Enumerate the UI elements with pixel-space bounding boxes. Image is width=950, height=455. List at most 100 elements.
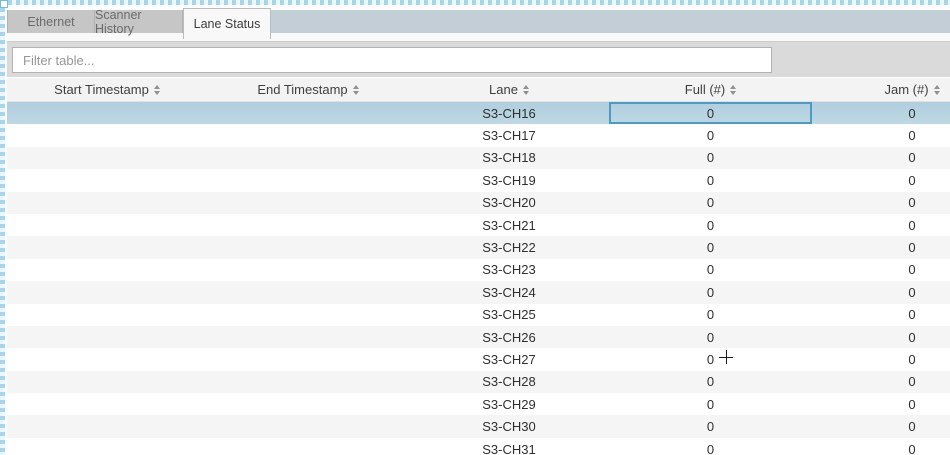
cell-jam[interactable]: 0 (812, 393, 950, 415)
cell-lane[interactable]: S3-CH26 (409, 326, 609, 348)
cell-jam[interactable]: 0 (812, 169, 950, 191)
table-row[interactable]: S3-CH1700 (7, 124, 950, 146)
tab-ethernet[interactable]: Ethernet (7, 10, 95, 33)
cell-end[interactable] (207, 438, 409, 455)
cell-lane[interactable]: S3-CH19 (409, 169, 609, 191)
cell-lane[interactable]: S3-CH22 (409, 236, 609, 258)
cell-jam[interactable]: 0 (812, 192, 950, 214)
selection-handle[interactable] (0, 0, 8, 8)
cell-end[interactable] (207, 192, 409, 214)
column-header-full[interactable]: Full (#) (609, 78, 812, 101)
cell-end[interactable] (207, 214, 409, 236)
cell-start[interactable] (7, 281, 207, 303)
cell-jam[interactable]: 0 (812, 348, 950, 370)
cell-start[interactable] (7, 259, 207, 281)
column-header-end-timestamp[interactable]: End Timestamp (207, 78, 409, 101)
cell-end[interactable] (207, 393, 409, 415)
cell-start[interactable] (7, 348, 207, 370)
cell-start[interactable] (7, 438, 207, 455)
cell-full[interactable]: 0 (609, 259, 812, 281)
cell-full[interactable]: 0 (609, 304, 812, 326)
cell-start[interactable] (7, 169, 207, 191)
cell-start[interactable] (7, 102, 207, 124)
cell-start[interactable] (7, 304, 207, 326)
cell-lane[interactable]: S3-CH27 (409, 348, 609, 370)
table-row[interactable]: S3-CH1800 (7, 147, 950, 169)
tab-lane-status[interactable]: Lane Status (183, 8, 271, 39)
cell-end[interactable] (207, 102, 409, 124)
cell-full[interactable]: 0 (609, 438, 812, 455)
column-header-lane[interactable]: Lane (409, 78, 609, 101)
cell-start[interactable] (7, 371, 207, 393)
cell-full[interactable]: 0 (609, 415, 812, 437)
cell-lane[interactable]: S3-CH24 (409, 281, 609, 303)
table-row[interactable]: S3-CH1900 (7, 169, 950, 191)
table-row[interactable]: S3-CH3000 (7, 415, 950, 437)
cell-end[interactable] (207, 236, 409, 258)
column-header-start-timestamp[interactable]: Start Timestamp (7, 78, 207, 101)
cell-lane[interactable]: S3-CH30 (409, 415, 609, 437)
cell-end[interactable] (207, 304, 409, 326)
cell-start[interactable] (7, 124, 207, 146)
table-row[interactable]: S3-CH2000 (7, 192, 950, 214)
cell-start[interactable] (7, 236, 207, 258)
cell-jam[interactable]: 0 (812, 236, 950, 258)
cell-start[interactable] (7, 326, 207, 348)
table-row[interactable]: S3-CH2600 (7, 326, 950, 348)
cell-lane[interactable]: S3-CH18 (409, 147, 609, 169)
cell-end[interactable] (207, 169, 409, 191)
cell-lane[interactable]: S3-CH21 (409, 214, 609, 236)
cell-lane[interactable]: S3-CH28 (409, 371, 609, 393)
cell-full[interactable]: 0 (609, 281, 812, 303)
table-row[interactable]: S3-CH2700 (7, 348, 950, 370)
filter-input[interactable] (12, 47, 772, 73)
cell-jam[interactable]: 0 (812, 438, 950, 455)
cell-jam[interactable]: 0 (812, 102, 950, 124)
cell-full[interactable]: 0 (609, 236, 812, 258)
cell-start[interactable] (7, 415, 207, 437)
cell-full[interactable]: 0 (609, 393, 812, 415)
cell-start[interactable] (7, 147, 207, 169)
cell-end[interactable] (207, 124, 409, 146)
cell-end[interactable] (207, 281, 409, 303)
cell-start[interactable] (7, 214, 207, 236)
cell-full[interactable]: 0 (609, 169, 812, 191)
cell-end[interactable] (207, 371, 409, 393)
column-header-jam[interactable]: Jam (#) (812, 78, 950, 101)
cell-full[interactable]: 0 (609, 371, 812, 393)
table-row[interactable]: S3-CH3100 (7, 438, 950, 455)
cell-jam[interactable]: 0 (812, 281, 950, 303)
table-row[interactable]: S3-CH2500 (7, 304, 950, 326)
cell-lane[interactable]: S3-CH23 (409, 259, 609, 281)
table-row[interactable]: S3-CH2900 (7, 393, 950, 415)
cell-full[interactable]: 0 (609, 124, 812, 146)
cell-jam[interactable]: 0 (812, 415, 950, 437)
cell-full[interactable]: 0 (609, 326, 812, 348)
cell-full[interactable]: 0 (609, 102, 812, 124)
cell-end[interactable] (207, 147, 409, 169)
table-row[interactable]: S3-CH2400 (7, 281, 950, 303)
cell-jam[interactable]: 0 (812, 147, 950, 169)
table-row[interactable]: S3-CH1600 (7, 102, 950, 124)
tab-scanner-history[interactable]: Scanner History (95, 10, 183, 33)
cell-lane[interactable]: S3-CH31 (409, 438, 609, 455)
cell-full[interactable]: 0 (609, 192, 812, 214)
cell-end[interactable] (207, 348, 409, 370)
cell-lane[interactable]: S3-CH16 (409, 102, 609, 124)
cell-start[interactable] (7, 192, 207, 214)
cell-jam[interactable]: 0 (812, 124, 950, 146)
cell-end[interactable] (207, 259, 409, 281)
cell-jam[interactable]: 0 (812, 259, 950, 281)
cell-full[interactable]: 0 (609, 214, 812, 236)
cell-jam[interactable]: 0 (812, 326, 950, 348)
table-row[interactable]: S3-CH2800 (7, 371, 950, 393)
cell-lane[interactable]: S3-CH20 (409, 192, 609, 214)
cell-lane[interactable]: S3-CH29 (409, 393, 609, 415)
cell-end[interactable] (207, 326, 409, 348)
table-row[interactable]: S3-CH2100 (7, 214, 950, 236)
cell-lane[interactable]: S3-CH17 (409, 124, 609, 146)
cell-lane[interactable]: S3-CH25 (409, 304, 609, 326)
cell-jam[interactable]: 0 (812, 304, 950, 326)
cell-full[interactable]: 0 (609, 348, 812, 370)
cell-jam[interactable]: 0 (812, 214, 950, 236)
